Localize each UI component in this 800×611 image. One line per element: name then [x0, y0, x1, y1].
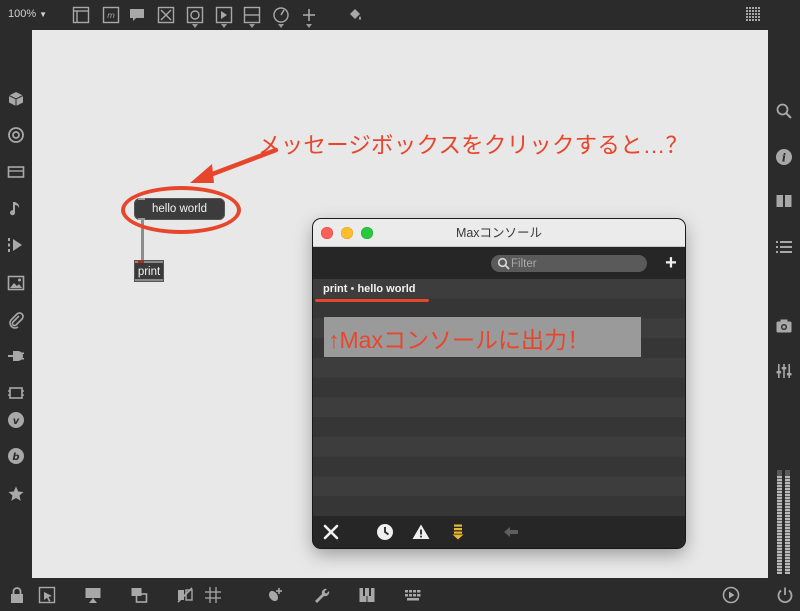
music-note-icon[interactable] [7, 200, 25, 218]
console-footer [313, 516, 685, 548]
package-icon[interactable] [7, 90, 25, 108]
annotation-output-text: ↑Maxコンソールに出力！ [328, 327, 590, 353]
top-toolbar: 100% ▼ m [0, 0, 800, 30]
log-source: print [323, 283, 348, 295]
info-icon[interactable]: i [775, 148, 793, 166]
audio-level-meter-left [777, 470, 782, 574]
keyboard-piano-icon[interactable] [358, 586, 376, 604]
window-close-button[interactable] [321, 227, 333, 239]
max-console-window: Maxコンソール + print • hello world ↑Maxコンソール… [313, 219, 685, 548]
mixer-icon[interactable] [775, 362, 793, 380]
scroll-down-icon[interactable] [448, 522, 468, 542]
image-icon[interactable] [7, 274, 25, 292]
edit-mode-icon[interactable] [38, 586, 56, 604]
window-minimize-button[interactable] [341, 227, 353, 239]
power-icon[interactable] [776, 586, 794, 604]
timestamp-icon[interactable] [375, 522, 395, 542]
annotation-output-box: ↑Maxコンソールに出力！ [324, 317, 641, 357]
comment-icon[interactable]: m [102, 6, 120, 24]
back-icon[interactable] [501, 522, 521, 542]
presentation-icon[interactable] [72, 6, 90, 24]
hardware-icon[interactable] [7, 384, 25, 402]
wrench-icon[interactable] [312, 586, 330, 604]
log-entry[interactable]: print • hello world [323, 283, 416, 295]
message-icon[interactable] [215, 6, 233, 24]
svg-text:m: m [107, 11, 115, 20]
console-header: + [313, 247, 685, 279]
layers-icon[interactable] [130, 586, 148, 604]
filter-field[interactable] [491, 255, 647, 272]
debug-icon[interactable] [266, 586, 284, 604]
vimeo-icon[interactable]: v [7, 411, 25, 429]
plug-icon[interactable] [7, 347, 25, 365]
search-icon [497, 257, 510, 270]
paint-bucket-icon[interactable] [346, 6, 364, 24]
zoom-selector[interactable]: 100% ▼ [8, 8, 47, 20]
presentation-icon[interactable] [84, 586, 102, 604]
slider-icon[interactable] [243, 6, 261, 24]
bang-icon[interactable] [186, 6, 204, 24]
right-sidebar: i [768, 30, 800, 578]
lock-icon[interactable] [8, 586, 26, 604]
target-icon[interactable] [7, 126, 25, 144]
audio-icon[interactable] [722, 586, 740, 604]
bandcamp-icon[interactable]: b [7, 447, 25, 465]
svg-text:v: v [13, 416, 20, 427]
left-sidebar: v b [0, 30, 32, 578]
annotation-underline [315, 299, 429, 302]
console-log-list[interactable]: print • hello world ↑Maxコンソールに出力！ [313, 279, 685, 516]
meter-fill [777, 475, 782, 574]
console-title-bar[interactable]: Maxコンソール [313, 219, 685, 247]
device-icon[interactable] [7, 163, 25, 181]
dial-icon[interactable] [272, 6, 290, 24]
star-icon[interactable] [7, 485, 25, 503]
clear-icon[interactable] [321, 522, 341, 542]
media-icon[interactable] [7, 236, 25, 254]
toggle-icon[interactable] [157, 6, 175, 24]
log-message: hello world [357, 283, 416, 295]
add-button[interactable]: + [663, 253, 679, 273]
meter-fill [785, 475, 790, 574]
annotation-click-message: メッセージボックスをクリックすると…？ [258, 133, 689, 158]
window-zoom-button[interactable] [361, 227, 373, 239]
print-inlet[interactable] [138, 260, 144, 263]
log-separator: • [350, 283, 355, 295]
reference-icon[interactable] [775, 192, 793, 210]
audio-level-meter-right [785, 470, 790, 574]
snapshot-icon[interactable] [775, 317, 793, 335]
computer-keyboard-icon[interactable] [404, 586, 422, 604]
mute-icon[interactable] [176, 586, 194, 604]
speech-icon[interactable] [128, 6, 146, 24]
svg-text:i: i [782, 152, 786, 165]
annotation-ellipse [121, 186, 241, 234]
bottom-toolbar [0, 578, 800, 611]
print-object[interactable]: print [134, 260, 164, 282]
warning-icon[interactable] [411, 522, 431, 542]
filter-input[interactable] [511, 255, 641, 272]
list-icon[interactable] [775, 238, 793, 256]
add-icon[interactable] [300, 6, 318, 24]
annotation-arrow-icon [190, 147, 279, 183]
search-icon[interactable] [775, 102, 793, 120]
grid-dots-icon[interactable] [745, 6, 763, 24]
svg-text:b: b [12, 452, 19, 463]
grid-icon[interactable] [204, 586, 222, 604]
chevron-down-icon: ▼ [39, 10, 48, 19]
paperclip-icon[interactable] [7, 311, 25, 329]
